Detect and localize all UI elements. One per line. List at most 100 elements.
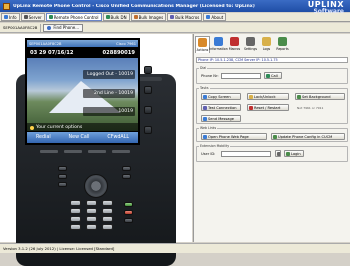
tab-settings[interactable]: Settings	[243, 36, 258, 53]
key-4[interactable]	[70, 208, 81, 214]
phone-nr-label: Phone Nr:	[201, 74, 219, 78]
lock-unlock-label: Lock/Unlock	[254, 94, 276, 99]
key-6[interactable]	[102, 208, 113, 214]
user-id-label: User ID:	[201, 152, 216, 156]
status-bar: Version 3.1.2 (26 July 2012) | License: …	[0, 243, 350, 253]
logs-icon	[262, 37, 271, 46]
login-button[interactable]: Login	[284, 150, 304, 157]
phone-nr-input[interactable]	[221, 73, 261, 79]
phone-screen[interactable]: SEP001AA0F8C2B Cisco 7961 03 29 07/16/12…	[25, 38, 140, 145]
device-bar: SEP001AA0F8C2B Find Phone...	[0, 23, 350, 33]
navigation-pad[interactable]	[84, 174, 108, 198]
reset-restart-button[interactable]: Reset / Restart	[247, 104, 289, 111]
toolbar-about[interactable]: About	[203, 13, 227, 21]
key-0[interactable]	[86, 224, 97, 230]
extension-mobility-group: Extension Mobility User ID: Login	[196, 144, 348, 162]
tab-information[interactable]: Information	[209, 36, 228, 53]
tab-actions[interactable]: Actions	[195, 36, 210, 53]
image-icon	[133, 15, 138, 19]
services-key[interactable]	[122, 166, 131, 171]
tab-reports[interactable]: Reports	[275, 36, 290, 53]
tab-label: Settings	[243, 47, 258, 51]
status-text: Version 3.1.2 (26 July 2012) | License: …	[3, 246, 115, 251]
toolbar-label: About	[211, 14, 224, 20]
app-icon	[3, 2, 10, 10]
line-button-3[interactable]	[144, 106, 152, 114]
speaker-key[interactable]	[124, 202, 133, 207]
line-1[interactable]: Logged Out - 10019	[83, 70, 135, 79]
help-key[interactable]	[122, 174, 131, 179]
tab-logs[interactable]: Logs	[259, 36, 274, 53]
status-text: Your current options	[36, 125, 83, 130]
tab-macros[interactable]: Macros	[227, 36, 242, 53]
line-button-4[interactable]	[144, 126, 152, 134]
dial-group-label: Dial	[199, 66, 208, 70]
softkey-button-2[interactable]	[64, 150, 82, 153]
toolbar-bulk-dn[interactable]: Bulk DN	[102, 13, 130, 21]
update-phone-config-button[interactable]: Update Phone Config in CUCM	[271, 133, 345, 140]
softkey-button-4[interactable]	[112, 150, 130, 153]
headset-key[interactable]	[124, 218, 133, 223]
send-message-label: Send Message	[208, 116, 234, 121]
key-3[interactable]	[102, 200, 113, 206]
phone-stage: SEP001AA0F8C2B Cisco 7961 03 29 07/16/12…	[0, 34, 192, 266]
user-id-input[interactable]	[221, 151, 271, 157]
open-phone-web-page-button[interactable]: Open Phone Web Page	[201, 133, 267, 140]
settings-key[interactable]	[58, 182, 67, 187]
directories-key[interactable]	[58, 174, 67, 179]
reset-restart-label: Reset / Restart	[254, 105, 281, 110]
key-8[interactable]	[86, 216, 97, 222]
softkey-button-3[interactable]	[88, 150, 106, 153]
options-icon	[30, 125, 34, 130]
key-7[interactable]	[70, 216, 81, 222]
main-toolbar: Info Server Remote Phone Control Bulk DN…	[0, 13, 350, 22]
gear-icon	[246, 37, 255, 46]
tab-label: Reports	[276, 47, 289, 51]
call-button[interactable]: Call	[264, 72, 282, 79]
window-title: UpLinx Remote Phone Control - Cisco Unif…	[13, 3, 255, 9]
softkey-new-call[interactable]: New Call	[69, 135, 90, 140]
softkey-redial[interactable]: Redial	[36, 135, 51, 140]
find-phone-button[interactable]: Find Phone...	[43, 23, 84, 32]
device-tab[interactable]: SEP001AA0F8C2B	[0, 23, 42, 32]
line-button-2[interactable]	[144, 86, 152, 94]
lock-unlock-button[interactable]: Lock/Unlock	[247, 93, 289, 100]
softkey-button-1[interactable]	[40, 150, 58, 153]
tab-label: Logs	[262, 47, 271, 51]
control-panel: Actions Information Macros Settings Logs…	[193, 34, 350, 242]
messages-key[interactable]	[58, 166, 67, 171]
toolbar-bulk-macros[interactable]: Bulk Macros	[167, 13, 203, 21]
softkey-cfwdall[interactable]: CFwdALL	[107, 135, 129, 140]
key-hash[interactable]	[102, 224, 113, 230]
key-1[interactable]	[70, 200, 81, 206]
toolbar-bulk-images[interactable]: Bulk Images	[130, 13, 167, 21]
key-9[interactable]	[102, 216, 113, 222]
web-links-group: Web Links Open Phone Web Page Update Pho…	[196, 126, 348, 142]
lock-icon	[249, 94, 253, 99]
copy-screen-button[interactable]: Copy Screen	[201, 93, 241, 100]
toolbar-info[interactable]: Info	[1, 13, 20, 21]
screen-datetime: 03 29 07/16/12	[30, 49, 74, 56]
device-info-field: Phone IP: 10.5.1.238, CCM Server IP: 10.…	[196, 57, 348, 63]
user-lookup-button[interactable]	[275, 150, 281, 157]
copy-icon	[203, 94, 207, 99]
tab-label: Macros	[228, 47, 241, 51]
toolbar-server[interactable]: Server	[20, 13, 45, 21]
toolbar-remote-phone-control[interactable]: Remote Phone Control	[45, 13, 102, 21]
screen-model: Cisco 7961	[116, 41, 136, 46]
find-phone-label: Find Phone...	[53, 25, 80, 30]
line-3[interactable]: 10019	[83, 107, 135, 116]
test-connection-button[interactable]: Test Connection	[201, 104, 241, 111]
phone-icon	[48, 15, 53, 19]
line-button-1[interactable]	[144, 66, 152, 74]
screen-datebar: 03 29 07/16/12 028890019	[27, 47, 138, 58]
mute-key[interactable]	[124, 210, 133, 215]
set-background-button[interactable]: Set Background	[295, 93, 345, 100]
connection-icon	[203, 105, 207, 110]
key-star[interactable]	[70, 224, 81, 230]
key-5[interactable]	[86, 208, 97, 214]
line-2[interactable]: 2nd Line - 10019	[83, 89, 135, 98]
key-2[interactable]	[86, 200, 97, 206]
send-message-button[interactable]: Send Message	[201, 115, 241, 122]
toolbar-label: Bulk Images	[138, 14, 164, 20]
